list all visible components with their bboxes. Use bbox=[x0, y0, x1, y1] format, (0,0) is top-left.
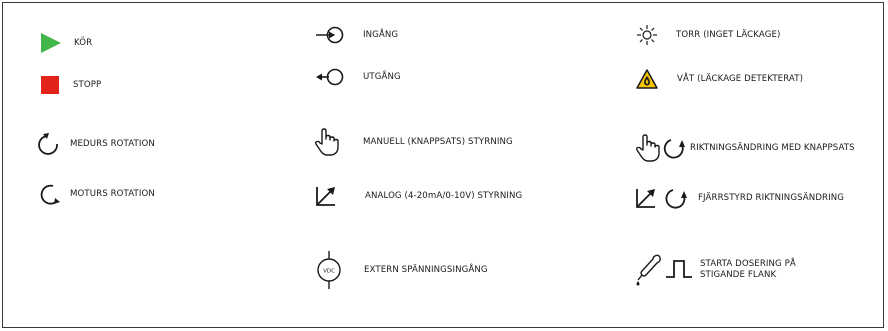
legend-item-ccw: MOTURS ROTATION bbox=[39, 183, 155, 205]
legend-item-input: INGÅNG bbox=[316, 26, 398, 44]
legend-item-run: KÖR bbox=[40, 33, 92, 53]
legend-item-keypad-dir: RIKTNINGSÄNDRING MED KNAPPSATS bbox=[635, 134, 855, 162]
legend-item-remote-dir: FJÄRRSTYRD RIKTNINGSÄNDRING bbox=[636, 186, 844, 210]
counterclockwise-arrow-icon bbox=[39, 183, 61, 205]
legend-label-keypad-dir: RIKTNINGSÄNDRING MED KNAPPSATS bbox=[690, 142, 855, 153]
legend-item-ext-voltage: VDC EXTERN SPÄNNINGSINGÅNG bbox=[316, 251, 488, 289]
input-arrow-icon bbox=[316, 26, 344, 44]
legend-item-wet: VÅT (LÄCKAGE DETEKTERAT) bbox=[636, 69, 803, 89]
legend-label-remote-dir: FJÄRRSTYRD RIKTNINGSÄNDRING bbox=[698, 192, 845, 203]
legend-item-dry: TORR (INGET LÄCKAGE) bbox=[637, 25, 780, 45]
legend-item-manual: MANUELL (KNAPPSATS) STYRNING bbox=[314, 128, 513, 156]
ramp-and-rotation-icon bbox=[636, 186, 688, 210]
play-triangle-icon bbox=[40, 33, 62, 53]
legend-label-analog: ANALOG (4-20mA/0-10V) STYRNING bbox=[365, 190, 523, 201]
vdc-icon-text: VDC bbox=[323, 269, 335, 275]
pointing-hand-icon bbox=[314, 128, 339, 156]
leak-warning-icon bbox=[636, 69, 658, 89]
legend-label-dose-edge: STARTA DOSERING PÅ STIGANDE FLANK bbox=[700, 259, 796, 280]
vdc-input-icon: VDC bbox=[316, 251, 342, 289]
legend-label-ccw: MOTURS ROTATION bbox=[70, 188, 155, 199]
legend-label-run: KÖR bbox=[74, 37, 93, 48]
legend-label-input: INGÅNG bbox=[363, 29, 399, 40]
hand-and-rotation-icon bbox=[635, 134, 686, 162]
legend-item-cw: MEDURS ROTATION bbox=[38, 133, 155, 155]
legend-label-manual: MANUELL (KNAPPSATS) STYRNING bbox=[363, 136, 513, 147]
legend-label-dry: TORR (INGET LÄCKAGE) bbox=[676, 29, 781, 40]
legend-item-output: UTGÅNG bbox=[316, 68, 401, 86]
legend-label-output: UTGÅNG bbox=[363, 71, 401, 82]
legend-item-dose-edge: STARTA DOSERING PÅ STIGANDE FLANK bbox=[636, 253, 830, 287]
legend-label-stop: STOPP bbox=[73, 79, 102, 90]
legend-item-stop: STOPP bbox=[41, 76, 101, 94]
pipette-rising-edge-icon bbox=[636, 253, 694, 287]
analog-ramp-icon bbox=[316, 186, 336, 206]
output-arrow-icon bbox=[316, 68, 344, 86]
legend-label-wet: VÅT (LÄCKAGE DETEKTERAT) bbox=[677, 73, 804, 84]
stop-square-icon bbox=[41, 76, 59, 94]
legend-label-ext-voltage: EXTERN SPÄNNINGSINGÅNG bbox=[364, 264, 488, 275]
legend-item-analog: ANALOG (4-20mA/0-10V) STYRNING bbox=[316, 186, 522, 206]
legend-label-cw: MEDURS ROTATION bbox=[70, 138, 155, 149]
sun-icon bbox=[637, 25, 657, 45]
clockwise-arrow-icon bbox=[38, 133, 61, 155]
